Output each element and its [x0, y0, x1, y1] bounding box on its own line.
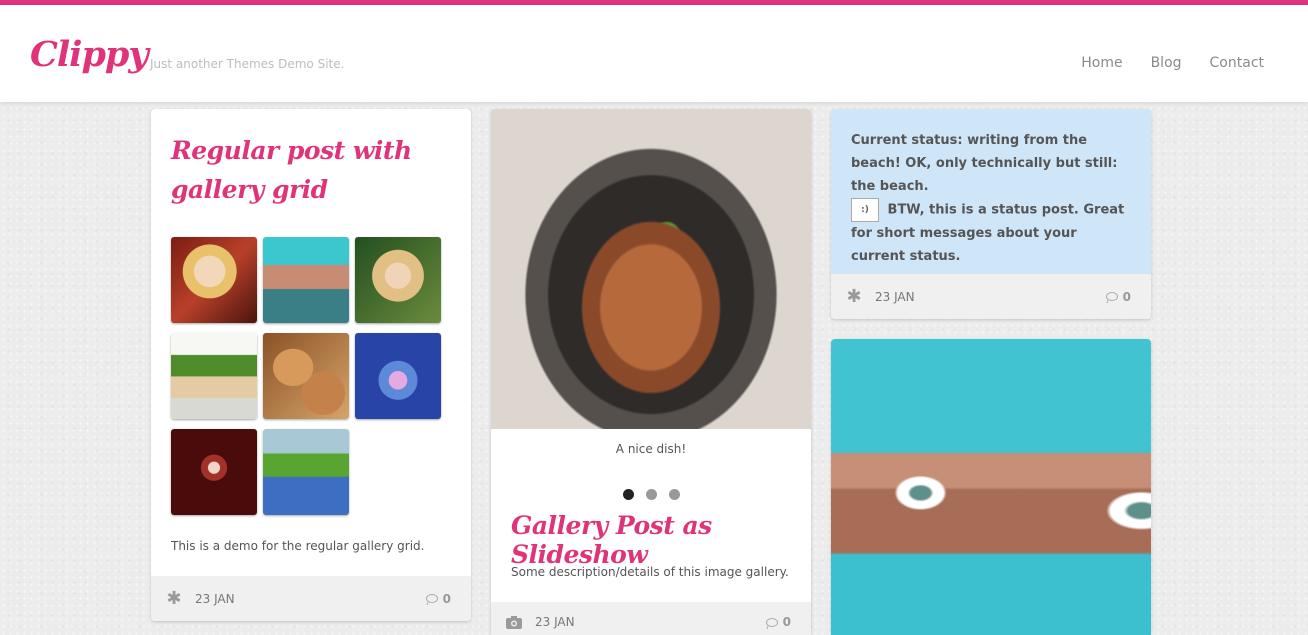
site-tagline: Just another Themes Demo Site.	[150, 57, 345, 71]
post-image-turquoise-veil[interactable]	[831, 339, 1151, 635]
slide-caption: A nice dish!	[615, 442, 687, 456]
slide-dot-2[interactable]	[646, 489, 657, 500]
comment-bubble-icon	[425, 594, 438, 603]
main-nav: Home Blog Contact	[1081, 55, 1264, 71]
status-line-1: Current status: writing from the beach! …	[851, 133, 1118, 194]
nav-blog[interactable]: Blog	[1151, 55, 1182, 71]
comments-link[interactable]: 0	[425, 591, 451, 606]
slideshow-pagination	[623, 489, 680, 500]
status-body: Current status: writing from the beach! …	[831, 109, 1151, 274]
post-card-slideshow: A nice dish! Gallery Post as Slideshow S…	[491, 109, 811, 635]
gallery-thumb-disco-ball[interactable]	[171, 429, 257, 515]
asterisk-icon: ✱	[166, 588, 182, 609]
nav-home[interactable]: Home	[1081, 55, 1122, 71]
post-card-image	[831, 339, 1151, 635]
gallery-thumb-girl-tiara[interactable]	[355, 237, 441, 323]
post-description: Some description/details of this image g…	[511, 565, 789, 579]
post-description: This is a demo for the regular gallery g…	[171, 539, 425, 553]
slide-dot-1[interactable]	[623, 489, 634, 500]
site-header: Clippy Just another Themes Demo Site. Ho…	[0, 5, 1308, 102]
slideshow-image[interactable]	[491, 109, 811, 429]
post-footer: ✱ 23 JAN 0	[151, 576, 471, 621]
asterisk-icon: ✱	[846, 286, 862, 307]
post-title[interactable]: Gallery Post as Slideshow	[511, 511, 811, 569]
post-date[interactable]: 23 JAN	[195, 592, 235, 606]
nav-contact[interactable]: Contact	[1210, 55, 1264, 71]
status-text: Current status: writing from the beach! …	[851, 129, 1131, 268]
camera-icon	[505, 613, 523, 631]
gallery-thumb-sushi[interactable]	[171, 333, 257, 419]
post-title[interactable]: Regular post with gallery grid	[171, 131, 461, 209]
post-card-status: Current status: writing from the beach! …	[831, 109, 1151, 319]
site-logo[interactable]: Clippy	[30, 34, 149, 75]
gallery-thumb-portrait-blonde[interactable]	[171, 237, 257, 323]
post-date[interactable]: 23 JAN	[535, 615, 575, 629]
comment-bubble-icon	[765, 617, 778, 627]
gallery-thumb-turquoise-veil[interactable]	[263, 237, 349, 323]
broken-image-icon: :)	[851, 198, 879, 222]
comments-link[interactable]: 0	[765, 615, 791, 629]
post-date[interactable]: 23 JAN	[875, 290, 915, 304]
comment-count: 0	[442, 591, 451, 606]
gallery-grid	[171, 237, 447, 515]
slide-dot-3[interactable]	[669, 489, 680, 500]
comment-count: 0	[1122, 289, 1131, 304]
gallery-thumb-water-drop[interactable]	[355, 333, 441, 419]
comment-bubble-icon	[1105, 292, 1118, 301]
status-line-2: BTW, this is a status post. Great for sh…	[851, 202, 1125, 265]
comments-link[interactable]: 0	[1105, 289, 1131, 304]
post-footer: ✱ 23 JAN 0	[831, 274, 1151, 319]
gallery-thumb-runners[interactable]	[263, 429, 349, 515]
comment-count: 0	[782, 615, 791, 629]
post-card-gallery-grid: Regular post with gallery grid This is a…	[151, 109, 471, 621]
gallery-thumb-bread[interactable]	[263, 333, 349, 419]
post-footer: 23 JAN 0	[491, 602, 811, 635]
